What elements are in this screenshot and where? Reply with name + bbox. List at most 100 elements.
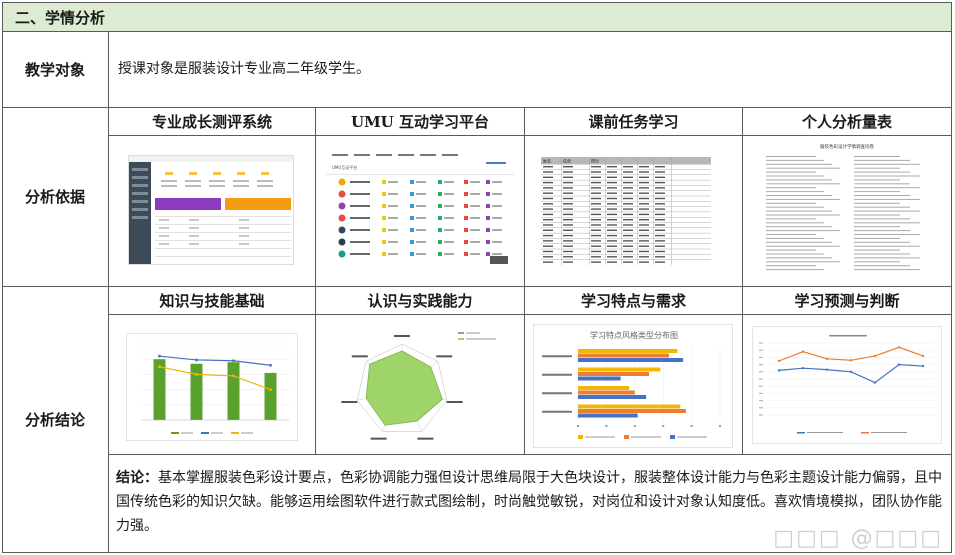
- umu-platform-screenshot: UMU互动平台: [326, 148, 514, 272]
- chart4-point: [921, 354, 925, 358]
- chart3-bar: [578, 372, 649, 376]
- pretask-header-3: 得分: [591, 158, 599, 164]
- umu-score: [470, 217, 480, 219]
- scale-line-right: [854, 222, 920, 224]
- umu-score: [444, 205, 454, 207]
- scale-line-left: [766, 206, 824, 208]
- umu-score: [444, 181, 454, 183]
- scale-line-left: [766, 257, 832, 259]
- radar-axis-label: [446, 401, 463, 404]
- scale-line-left: [766, 241, 832, 243]
- chart3-legend-swatch: [624, 435, 629, 439]
- pretask-cell: [543, 176, 553, 178]
- chart1-point: [158, 354, 161, 358]
- border-bottom: [2, 552, 952, 553]
- umu-badge: [382, 252, 386, 256]
- chart4-point: [921, 364, 925, 368]
- chart4-point: [897, 363, 901, 366]
- border-right: [951, 32, 952, 553]
- conclusion-text: 基本掌握服装色彩设计要点，色彩协调能力强但设计思维局限于大色块设计，服装整体设计…: [116, 470, 942, 534]
- pretask-cell: [607, 240, 617, 242]
- scale-line-right: [854, 191, 900, 193]
- pretask-cell: [607, 171, 617, 173]
- scale-line-right: [854, 253, 910, 255]
- pretask-cell: [591, 213, 601, 216]
- pretask-cell: [607, 256, 617, 258]
- scale-line-right: [854, 234, 920, 235]
- chart1-point: [269, 363, 272, 367]
- analysis-scale-screenshot: 服装色彩设计学情调查问卷: [762, 140, 932, 275]
- pretask-cell: [655, 197, 665, 200]
- pretask-cell: [655, 192, 665, 194]
- pretask-cell: [623, 245, 633, 247]
- umu-score: [444, 241, 454, 243]
- pretask-cell: [639, 203, 649, 205]
- radar-axis-label: [394, 335, 410, 337]
- pretask-cell: [623, 261, 633, 263]
- chart4-tick-label: [759, 400, 763, 402]
- chart-practice-radar: [338, 322, 503, 450]
- chart3-tick-label: [633, 425, 636, 427]
- pretask-cell: [639, 171, 649, 173]
- pretask-cell: [607, 192, 617, 194]
- chart3-category-label: [542, 410, 572, 413]
- scale-line-right: [854, 265, 910, 267]
- pretask-cell: [543, 181, 553, 184]
- chart4-point: [849, 359, 853, 362]
- chart1-bar: [227, 362, 240, 420]
- pretask-cell: [639, 224, 649, 226]
- chart4-tick-label: [759, 414, 763, 416]
- pretask-cell: [543, 187, 553, 189]
- pretask-cell: [639, 181, 649, 184]
- pretask-cell: [543, 261, 553, 263]
- pretask-cell: [563, 197, 573, 200]
- pretask-header-1: 姓名: [543, 158, 551, 164]
- chart4-point: [825, 357, 829, 361]
- pretask-cell: [563, 229, 573, 231]
- umu-badge: [464, 180, 468, 184]
- chart1-bar: [153, 359, 166, 420]
- scale-line-right: [854, 226, 900, 228]
- pretask-cell: [607, 261, 617, 263]
- basis-col-2: UMU 互动学习平台: [351, 112, 489, 131]
- pretask-cell: [563, 181, 573, 184]
- umu-badge: [464, 216, 468, 220]
- scale-line-left: [766, 191, 824, 193]
- scale-line-left: [766, 261, 840, 263]
- scale-line-right: [854, 183, 910, 185]
- scale-line-left: [766, 202, 816, 204]
- pretask-cell: [543, 240, 553, 242]
- umu-badge: [438, 216, 442, 220]
- pretask-cell: [655, 229, 665, 231]
- umu-name: [350, 181, 370, 183]
- pretask-cell: [623, 224, 633, 226]
- pretask-cell: [563, 234, 573, 237]
- chart3-bar: [578, 413, 638, 418]
- pretask-header-2: 任务: [563, 158, 571, 164]
- umu-badge: [410, 252, 414, 256]
- pretask-cell: [591, 171, 601, 173]
- chart4-legend-swatch: [861, 432, 869, 434]
- chart4-point: [801, 350, 805, 353]
- basis-header-line: [108, 135, 952, 136]
- scale-image: 服装色彩设计学情调查问卷: [766, 143, 920, 271]
- pretask-cell: [543, 192, 553, 194]
- chart3-bar: [578, 376, 621, 381]
- chart3-legend-swatch: [578, 435, 583, 439]
- pretask-cell: [623, 187, 633, 189]
- umu-badge: [464, 252, 468, 256]
- umu-score: [444, 193, 454, 195]
- pretask-cell: [655, 224, 665, 226]
- umu-badge: [410, 204, 414, 208]
- pretask-cell: [655, 171, 665, 173]
- row-label-result: 分析结论: [24, 410, 85, 429]
- radar-legend-swatch: [458, 338, 464, 340]
- scale-line-right: [854, 198, 920, 200]
- umu-score: [416, 241, 426, 243]
- pretask-cell: [591, 208, 601, 210]
- chart4-line: [778, 346, 924, 362]
- radar-legend-swatch: [458, 332, 464, 334]
- pretask-cell: [607, 219, 617, 221]
- pretask-cell: [591, 245, 601, 247]
- pretask-cell: [639, 208, 649, 210]
